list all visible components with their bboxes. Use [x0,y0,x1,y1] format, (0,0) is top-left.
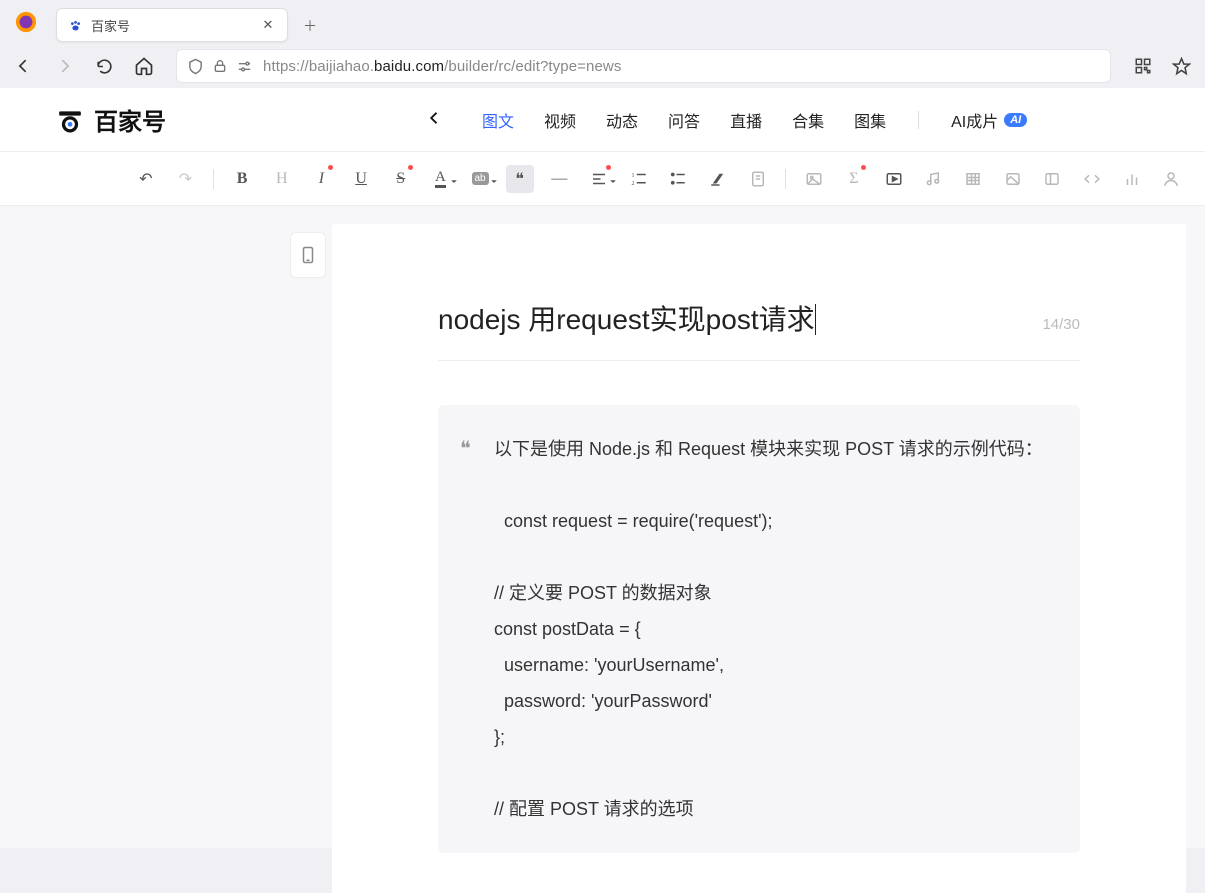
svg-text:2: 2 [631,181,634,187]
quote-line: // 配置 POST 请求的选项 [494,791,1050,827]
document: nodejs 用request实现post请求 14/30 ❝ 以下是使用 No… [332,224,1186,893]
nav-reload-button[interactable] [90,52,118,80]
strike-button[interactable]: S [387,165,415,193]
nav-back-button[interactable] [10,52,38,80]
qr-icon[interactable] [1129,52,1157,80]
audio-button[interactable] [919,165,947,193]
url-text: https://baijiahao.baidu.com/builder/rc/e… [263,58,621,75]
new-tab-button[interactable]: ＋ [296,12,324,40]
blockquote[interactable]: ❝ 以下是使用 Node.js 和 Request 模块来实现 POST 请求的… [438,405,1080,853]
close-tab-icon[interactable]: ✕ [259,17,277,33]
tab-strip: 百家号 ✕ ＋ [0,0,1205,44]
user-button[interactable] [1157,165,1185,193]
tab-collection[interactable]: 合集 [792,106,824,134]
nav-bar: https://baijiahao.baidu.com/builder/rc/e… [0,44,1205,88]
shield-icon [187,58,204,75]
tab-live[interactable]: 直播 [730,106,762,134]
quote-line: username: 'yourUsername', [494,647,1050,683]
quote-line: }; [494,719,1050,755]
header-back-icon[interactable] [426,109,452,130]
clear-button[interactable] [704,165,732,193]
toolbar-separator [785,169,786,189]
code-button[interactable] [1078,165,1106,193]
content-type-tabs: 图文 视频 动态 问答 直播 合集 图集 AI成片 AI [426,106,1027,134]
tab-article[interactable]: 图文 [482,106,514,134]
site-header: 百家号 图文 视频 动态 问答 直播 合集 图集 AI成片 AI [0,88,1205,152]
firefox-logo-icon [12,8,40,36]
ai-badge-icon: AI [1004,113,1027,127]
redo-button[interactable]: ↷ [172,165,200,193]
ul-button[interactable] [665,165,693,193]
ai-generate-button[interactable]: AI成片 AI [951,108,1027,132]
quote-line [494,467,1050,503]
quote-button[interactable]: ❝ [506,165,534,193]
quote-line [494,755,1050,791]
font-color-button[interactable]: A [427,165,455,193]
quote-line: // 定义要 POST 的数据对象 [494,575,1050,611]
site-logo[interactable]: 百家号 [56,102,166,137]
settings-slider-icon [236,58,253,75]
sidebar-button[interactable] [1038,165,1066,193]
attach-button[interactable] [744,165,772,193]
quote-line [494,539,1050,575]
heading-button[interactable]: H [268,165,296,193]
video-button[interactable] [880,165,908,193]
bold-button[interactable]: B [228,165,256,193]
quote-line: const postData = { [494,611,1050,647]
page-body: 百家号 图文 视频 动态 问答 直播 合集 图集 AI成片 AI ↶ ↷ BHIUS… [0,88,1205,848]
mobile-preview-toggle[interactable] [290,232,326,278]
image-button[interactable] [800,165,828,193]
title-char-count: 14/30 [1042,316,1080,333]
quote-line: password: 'yourPassword' [494,683,1050,719]
chart-button[interactable] [1118,165,1146,193]
toolbar-separator [213,169,214,189]
table-button[interactable] [959,165,987,193]
logo-icon [56,106,84,134]
tab-title: 百家号 [91,16,130,35]
paw-favicon-icon [67,17,83,33]
browser-tab[interactable]: 百家号 ✕ [56,8,288,42]
browser-chrome: 百家号 ✕ ＋ https://baijiahao.baidu.com/buil… [0,0,1205,88]
url-security-icons [187,58,253,75]
ol-button[interactable]: 12 [625,165,653,193]
tab-qa[interactable]: 问答 [668,106,700,134]
tab-dynamic[interactable]: 动态 [606,106,638,134]
url-bar[interactable]: https://baijiahao.baidu.com/builder/rc/e… [176,49,1111,83]
bg-color-button[interactable]: ab [466,165,494,193]
nav-home-button[interactable] [130,52,158,80]
italic-button[interactable]: I [308,165,336,193]
bookmark-star-icon[interactable] [1167,52,1195,80]
formula-button[interactable]: Σ [840,165,868,193]
quote-line: 以下是使用 Node.js 和 Request 模块来实现 POST 请求的示例… [494,431,1050,467]
quote-icon: ❝ [460,429,471,469]
tab-video[interactable]: 视频 [544,106,576,134]
lock-icon [212,58,228,74]
nav-divider [918,111,919,129]
align-button[interactable] [585,165,613,193]
undo-button[interactable]: ↶ [132,165,160,193]
logo-text: 百家号 [94,102,166,137]
nav-forward-button[interactable] [50,52,78,80]
quote-line: const request = require('request'); [494,503,1050,539]
hr-button[interactable]: — [546,165,574,193]
editor-stage: nodejs 用request实现post请求 14/30 ❝ 以下是使用 No… [0,206,1205,848]
svg-text:1: 1 [631,172,634,178]
editor-toolbar: ↶↷BHIUSAab❝—12Σ [0,152,1205,206]
underline-button[interactable]: U [347,165,375,193]
article-title-input[interactable]: nodejs 用request实现post请求 [438,298,1022,338]
card-button[interactable] [999,165,1027,193]
tab-gallery[interactable]: 图集 [854,106,886,134]
